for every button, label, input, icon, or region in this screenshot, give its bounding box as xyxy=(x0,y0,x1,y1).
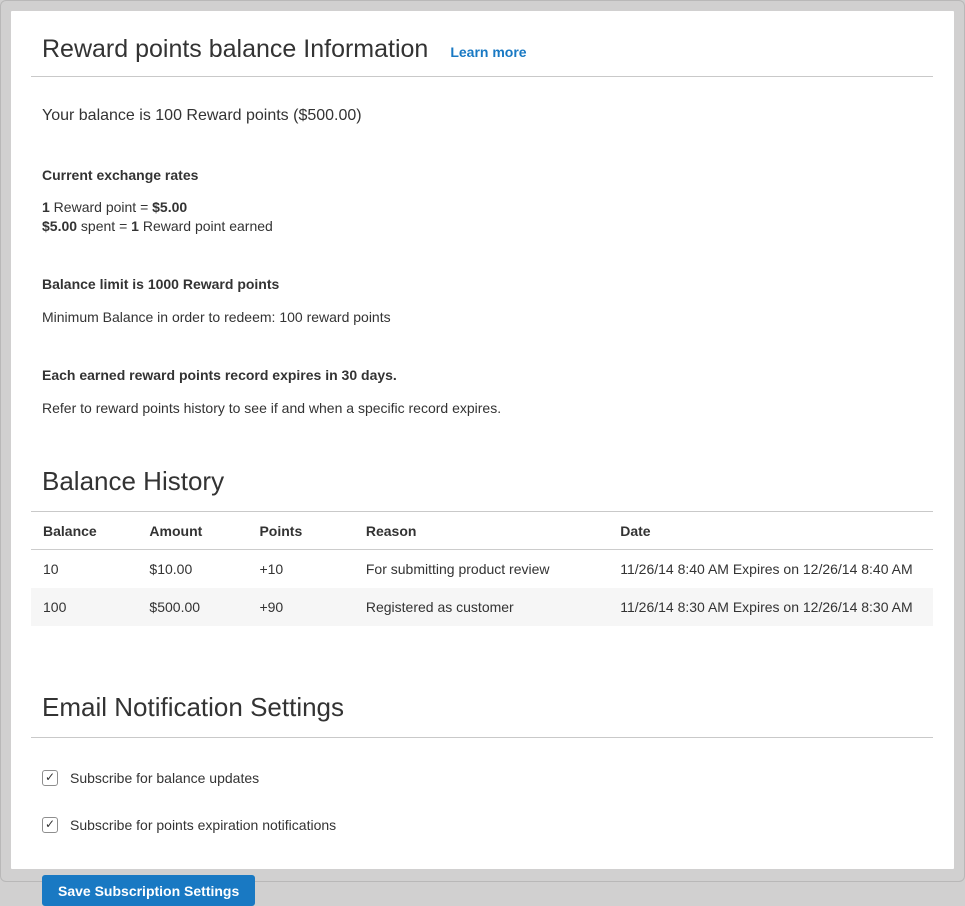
rate-earn-text: Reward point = xyxy=(50,199,152,215)
minimum-balance-note: Minimum Balance in order to redeem: 100 … xyxy=(42,308,933,327)
cell-balance: 10 xyxy=(31,550,137,589)
cell-date: 11/26/14 8:30 AM Expires on 12/26/14 8:3… xyxy=(608,588,933,626)
cell-amount: $10.00 xyxy=(137,550,247,589)
reward-points-panel: Reward points balance Information Learn … xyxy=(11,11,954,869)
column-header-date: Date xyxy=(608,512,933,550)
rate-earn-line: 1 Reward point = $5.00 xyxy=(42,199,187,215)
checkbox-label: Subscribe for points expiration notifica… xyxy=(70,817,336,833)
rate-earn-amount: $5.00 xyxy=(152,199,187,215)
cell-date: 11/26/14 8:40 AM Expires on 12/26/14 8:4… xyxy=(608,550,933,589)
column-header-points: Points xyxy=(247,512,353,550)
checkmark-icon: ✓ xyxy=(45,818,55,830)
expiration-note: Refer to reward points history to see if… xyxy=(42,399,933,418)
page-header: Reward points balance Information Learn … xyxy=(31,25,933,77)
balance-info-section: Your balance is 100 Reward points ($500.… xyxy=(31,105,933,418)
cell-amount: $500.00 xyxy=(137,588,247,626)
table-header-row: Balance Amount Points Reason Date xyxy=(31,512,933,550)
checkmark-icon: ✓ xyxy=(45,771,55,783)
subscribe-balance-updates-option[interactable]: ✓ Subscribe for balance updates xyxy=(31,770,933,786)
cell-reason: Registered as customer xyxy=(354,588,608,626)
exchange-rate-lines: 1 Reward point = $5.00 $5.00 spent = 1 R… xyxy=(42,198,933,236)
balance-summary: Your balance is 100 Reward points ($500.… xyxy=(42,105,933,127)
column-header-balance: Balance xyxy=(31,512,137,550)
subscribe-expiration-notifications-checkbox[interactable]: ✓ xyxy=(42,817,58,833)
column-header-amount: Amount xyxy=(137,512,247,550)
cell-points: +90 xyxy=(247,588,353,626)
checkbox-label: Subscribe for balance updates xyxy=(70,770,259,786)
save-subscription-settings-button[interactable]: Save Subscription Settings xyxy=(42,875,255,906)
email-notification-section: Email Notification Settings ✓ Subscribe … xyxy=(31,692,933,906)
rate-spend-tail: Reward point earned xyxy=(139,218,273,234)
cell-balance: 100 xyxy=(31,588,137,626)
balance-limit-heading: Balance limit is 1000 Reward points xyxy=(42,276,933,292)
rate-spend-points: 1 xyxy=(131,218,139,234)
cell-points: +10 xyxy=(247,550,353,589)
rate-spend-text: spent = xyxy=(77,218,131,234)
balance-history-heading: Balance History xyxy=(31,466,933,512)
subscribe-expiration-notifications-option[interactable]: ✓ Subscribe for points expiration notifi… xyxy=(31,817,933,833)
cell-reason: For submitting product review xyxy=(354,550,608,589)
rate-earn-points: 1 xyxy=(42,199,50,215)
learn-more-link[interactable]: Learn more xyxy=(450,44,526,60)
table-row: 10 $10.00 +10 For submitting product rev… xyxy=(31,550,933,589)
subscribe-balance-updates-checkbox[interactable]: ✓ xyxy=(42,770,58,786)
rate-spend-line: $5.00 spent = 1 Reward point earned xyxy=(42,218,273,234)
exchange-rates-heading: Current exchange rates xyxy=(42,167,933,183)
table-row: 100 $500.00 +90 Registered as customer 1… xyxy=(31,588,933,626)
rate-spend-amount: $5.00 xyxy=(42,218,77,234)
email-settings-heading: Email Notification Settings xyxy=(31,692,933,738)
page-title: Reward points balance Information xyxy=(42,35,428,64)
column-header-reason: Reason xyxy=(354,512,608,550)
expiration-heading: Each earned reward points record expires… xyxy=(42,367,933,383)
balance-history-section: Balance History Balance Amount Points Re… xyxy=(31,466,933,626)
balance-history-table: Balance Amount Points Reason Date 10 $10… xyxy=(31,512,933,626)
